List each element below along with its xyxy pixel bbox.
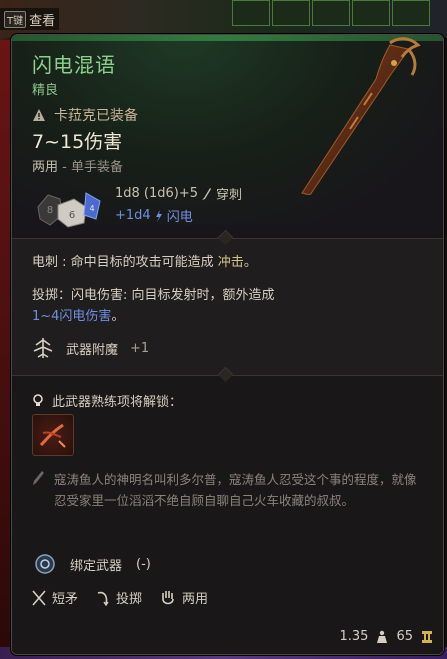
keybind-badge: T键 (4, 10, 27, 28)
hand-icon (162, 590, 174, 604)
damage-main: 1d8 (1d6)+5 穿刺 (115, 184, 242, 203)
throw-ability[interactable]: 投掷：闪电伤害: 向目标发射时，额外造成 (32, 284, 275, 303)
quill-icon (33, 471, 44, 485)
svg-text:6: 6 (69, 210, 75, 221)
shock-end: 。 (243, 255, 257, 270)
item-rarity: 精良 (32, 83, 59, 98)
shock-ability[interactable]: 电刺 : 命中目标的攻击可能造成 冲击。 (32, 251, 257, 270)
item-footer: 1.35 65 (340, 629, 434, 644)
svg-text:4: 4 (89, 204, 94, 213)
lightning-icon (155, 209, 162, 222)
spear-icon (32, 589, 46, 606)
item-tooltip: 闪电混语 精良 卡菈克已装备 7~15伤害 两用 - 单手装备 8 6 4 1d… (11, 34, 444, 655)
property-label: 短矛 (52, 592, 79, 607)
item-weight: 1.35 (339, 629, 369, 644)
property-thrown[interactable]: 投掷 (96, 588, 142, 607)
equipped-notice: 卡菈克已装备 (32, 105, 138, 125)
hotbar-slot[interactable] (392, 0, 430, 26)
enchant-value: +1 (130, 340, 150, 356)
property-label: 两用 (182, 592, 209, 607)
enchant-label: 武器附魔 (66, 342, 119, 358)
piercing-icon (202, 187, 212, 200)
weight-icon (377, 630, 388, 643)
lightbulb-icon (33, 393, 43, 406)
throw-ability-line2: 1~4闪电伤害。 (32, 305, 124, 324)
hotbar-slot[interactable] (312, 0, 350, 26)
property-label: 投掷 (116, 592, 143, 607)
enchantment-icon (33, 338, 53, 358)
item-value: 65 (396, 629, 413, 644)
weapon-action-icon (39, 423, 66, 448)
weapon-enchantment[interactable]: 武器附魔 +1 (32, 337, 149, 359)
weapon-properties: 短矛 投掷 两用 (32, 588, 218, 607)
property-versatile[interactable]: 两用 (160, 588, 208, 607)
throw-text: 投掷：闪电伤害: 向目标发射时，额外造成 (32, 288, 275, 303)
damage-dice-icon: 8 6 4 (37, 192, 101, 228)
handedness: 两用 - 单手装备 (32, 160, 123, 175)
weapon-image (301, 37, 421, 195)
unlock-text: 此武器熟练项将解锁： (52, 395, 183, 410)
gold-coin-icon (422, 630, 432, 643)
inspect-hint[interactable]: T键 查看 (0, 8, 60, 30)
handedness-type: 两用 (32, 160, 59, 175)
item-name: 闪电混语 (32, 53, 116, 77)
damage-dice: 1d8 (1d6)+5 (115, 186, 199, 201)
hotbar-slot[interactable] (352, 0, 390, 26)
hand-note: 单手装备 (70, 160, 123, 175)
shock-effect[interactable]: 冲击 (218, 255, 244, 270)
bind-weapon-icon (35, 554, 55, 574)
character-portrait-frame (0, 40, 10, 659)
damage-extra: +1d4 闪电 (115, 206, 193, 225)
equipped-by-text: 卡菈克已装备 (54, 108, 138, 124)
shock-text: 电刺 : 命中目标的攻击可能造成 (32, 255, 214, 270)
bound-label: 绑定武器 (70, 558, 123, 574)
property-spear[interactable]: 短矛 (32, 588, 78, 607)
warning-icon (33, 109, 45, 121)
damage-range: 7~15伤害 (32, 131, 123, 153)
damage-extra-type: 闪电 (166, 210, 193, 225)
damage-type: 穿刺 (216, 188, 243, 203)
proficiency-section (12, 375, 443, 654)
lore-text: 寇涛鱼人的神明名叫利多尔普，寇涛鱼人忍受这个事的程度，就像忍受家里一位滔滔不绝自… (54, 472, 417, 508)
weapon-action-slot[interactable] (32, 414, 74, 456)
proficiency-unlock: 此武器熟练项将解锁： (32, 391, 182, 410)
throw-icon (97, 591, 109, 606)
throw-end: 。 (111, 309, 125, 324)
inspect-label: 查看 (29, 13, 56, 29)
bound-weapon[interactable]: 绑定武器 (-) (34, 553, 151, 575)
bound-value: (-) (136, 556, 151, 572)
hotbar-slot[interactable] (272, 0, 310, 26)
throw-damage: 1~4闪电伤害 (32, 309, 112, 324)
hotbar-slot[interactable] (232, 0, 270, 26)
svg-text:8: 8 (47, 205, 53, 216)
damage-extra-dice: +1d4 (115, 208, 151, 223)
